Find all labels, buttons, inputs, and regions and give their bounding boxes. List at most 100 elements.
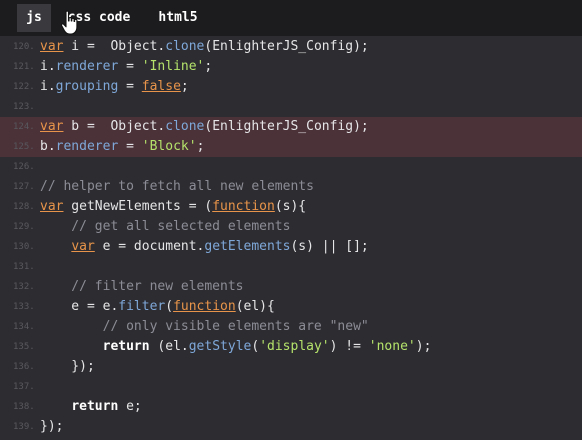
code-text: i.renderer = 'Inline'; <box>40 57 212 77</box>
tab-css-code[interactable]: css code <box>60 4 138 32</box>
code-line: 132. // filter new elements <box>0 277 582 297</box>
code-token: (EnlighterJS_Config); <box>204 119 369 134</box>
code-line: 122. i.grouping = false; <box>0 77 582 97</box>
language-tab-bar: js css code html5 <box>0 0 582 36</box>
code-line: 133. e = e.filter(function(el){ <box>0 297 582 317</box>
code-line: 121. i.renderer = 'Inline'; <box>0 57 582 77</box>
code-text: // filter new elements <box>40 277 244 297</box>
code-line: 135. return (el.getStyle('display') != '… <box>0 337 582 357</box>
code-line: 120. var i = Object.clone(EnlighterJS_Con… <box>0 37 582 57</box>
code-text: // helper to fetch all new elements <box>40 177 314 197</box>
line-number: 129. <box>13 222 35 232</box>
code-token: = <box>118 139 142 154</box>
line-number: 128. <box>13 202 35 212</box>
code-line: 126. <box>0 157 582 177</box>
code-text: return (el.getStyle('display') != 'none'… <box>40 337 432 357</box>
code-token: }); <box>40 419 64 434</box>
line-number: 121. <box>13 62 35 72</box>
code-token: i = Object. <box>63 39 166 54</box>
code-text: // get all selected elements <box>40 217 290 237</box>
code-text: }); <box>40 357 95 377</box>
line-number: 135. <box>13 342 35 352</box>
code-token: ( <box>165 299 174 314</box>
code-token: ; <box>204 59 213 74</box>
code-token: (el. <box>149 339 189 354</box>
code-token: getElements <box>204 239 291 254</box>
code-line: 129. // get all selected elements <box>0 217 582 237</box>
code-token: var <box>40 119 64 134</box>
code-token: 'Block' <box>141 139 197 154</box>
code-viewer: js css code html5 120. var i = Object.clo… <box>0 0 582 440</box>
highlighted-code-line: 124. var b = Object.clone(EnlighterJS_Con… <box>0 117 582 137</box>
code-line: 123. <box>0 97 582 117</box>
line-number: 124. <box>13 122 35 132</box>
code-token: ; <box>196 139 205 154</box>
line-number: 125. <box>13 142 35 152</box>
code-text: // only visible elements are "new" <box>40 317 369 337</box>
code-token: return <box>102 339 150 354</box>
code-token: clone <box>165 39 205 54</box>
code-token: getNewElements = ( <box>63 199 213 214</box>
code-line: 136. }); <box>0 357 582 377</box>
code-token: e = e. <box>40 299 119 314</box>
line-number: 126. <box>13 162 35 172</box>
code-token: (s) || []; <box>290 239 369 254</box>
code-text: var e = document.getElements(s) || []; <box>40 237 369 257</box>
code-token: 'display' <box>259 339 330 354</box>
line-number: 133. <box>13 302 35 312</box>
line-number: 123. <box>13 102 35 112</box>
code-token: (el){ <box>235 299 275 314</box>
line-number: 138. <box>13 402 35 412</box>
code-token: grouping <box>55 79 119 94</box>
code-token: var <box>40 39 64 54</box>
tab-js[interactable]: js <box>17 4 51 32</box>
code-text: return e; <box>40 397 141 417</box>
code-line: 130. var e = document.getElements(s) || … <box>0 237 582 257</box>
line-number: 134. <box>13 322 35 332</box>
code-line: 134. // only visible elements are "new" <box>0 317 582 337</box>
code-line: 127. // helper to fetch all new elements <box>0 177 582 197</box>
code-token: // only visible elements are "new" <box>40 319 369 334</box>
code-text: b.renderer = 'Block'; <box>40 137 204 157</box>
line-number: 139. <box>13 422 35 432</box>
code-line: 137. <box>0 377 582 397</box>
line-number: 127. <box>13 182 35 192</box>
highlighted-code-line: 125. b.renderer = 'Block'; <box>0 137 582 157</box>
code-token: ( <box>251 339 260 354</box>
code-text: i.grouping = false; <box>40 77 189 97</box>
code-token: 'none' <box>368 339 416 354</box>
code-token: clone <box>165 119 205 134</box>
code-text: e = e.filter(function(el){ <box>40 297 275 317</box>
code-token: getStyle <box>188 339 252 354</box>
code-token: 'Inline' <box>141 59 205 74</box>
code-token: ); <box>415 339 432 354</box>
code-line: 138. return e; <box>0 397 582 417</box>
line-number: 122. <box>13 82 35 92</box>
code-line: 139.}); <box>0 417 582 437</box>
code-token: ) != <box>329 339 369 354</box>
code-text: var i = Object.clone(EnlighterJS_Config)… <box>40 37 369 57</box>
code-token: return <box>71 399 119 414</box>
code-token: b. <box>40 139 56 154</box>
code-line: 131. <box>0 257 582 277</box>
code-token: renderer <box>55 139 119 154</box>
code-block: 120. var i = Object.clone(EnlighterJS_Con… <box>0 37 582 440</box>
line-number: 120. <box>13 42 35 52</box>
code-token: e = document. <box>94 239 205 254</box>
code-line: 128. var getNewElements = (function(s){ <box>0 197 582 217</box>
code-token: function <box>173 299 236 314</box>
tab-html5[interactable]: html5 <box>150 4 206 32</box>
line-number: 131. <box>13 262 35 272</box>
code-token: var <box>71 239 95 254</box>
code-token: ; <box>180 79 189 94</box>
code-token: // filter new elements <box>40 279 244 294</box>
code-token: // get all selected elements <box>40 219 291 234</box>
code-text: var b = Object.clone(EnlighterJS_Config)… <box>40 117 369 137</box>
code-token: i. <box>40 79 56 94</box>
code-token: i. <box>40 59 56 74</box>
code-token: filter <box>118 299 166 314</box>
code-token: = <box>118 59 142 74</box>
code-token: }); <box>40 359 95 374</box>
code-token: (EnlighterJS_Config); <box>204 39 369 54</box>
